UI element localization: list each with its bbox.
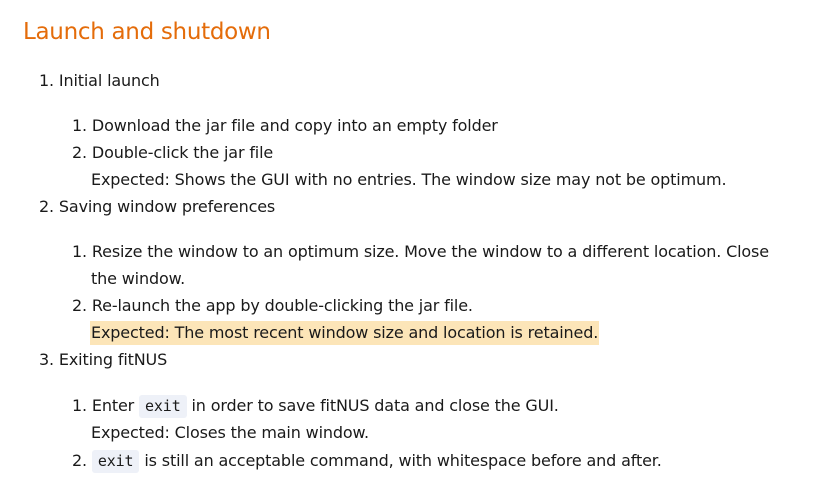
- list-number: 2.: [72, 451, 87, 470]
- step-text: Resize the window to an optimum size. Mo…: [91, 242, 769, 261]
- inline-code-exit: exit: [91, 450, 140, 473]
- list-item-label: Saving window preferences: [58, 197, 276, 216]
- step-enter-exit: 1. Enter exit in order to save fitNUS da…: [72, 395, 559, 418]
- list-number: 2.: [72, 296, 87, 315]
- step-text: Download the jar file and copy into an e…: [91, 116, 498, 135]
- list-number: 1.: [72, 242, 87, 261]
- list-item-exiting-fitnus: 3. Exiting fitNUS: [39, 350, 167, 370]
- step-expected: Expected: Shows the GUI with no entries.…: [91, 170, 727, 189]
- list-number: 1.: [72, 116, 87, 135]
- list-number: 3.: [39, 350, 54, 369]
- inline-code-exit: exit: [139, 395, 187, 418]
- list-item-saving-window-preferences: 2. Saving window preferences: [39, 197, 275, 217]
- step-text-post: in order to save fitNUS data and close t…: [191, 396, 559, 415]
- step-relaunch-app: 2. Re-launch the app by double-clicking …: [72, 296, 473, 316]
- step-expected-highlighted: Expected: The most recent window size an…: [90, 321, 600, 345]
- step-resize-window: 1. Resize the window to an optimum size.…: [72, 242, 769, 262]
- highlighted-text: Expected: The most recent window size an…: [90, 321, 600, 345]
- step-expected: Expected: Closes the main window.: [91, 423, 369, 442]
- step-double-click-jar: 2. Double-click the jar file: [72, 143, 273, 163]
- step-exit-whitespace: 2. exit is still an acceptable command, …: [72, 450, 662, 473]
- list-number: 2.: [72, 143, 87, 162]
- list-item-initial-launch: 1. Initial launch: [39, 71, 160, 91]
- step-text: Double-click the jar file: [91, 143, 274, 162]
- step-download-jar: 1. Download the jar file and copy into a…: [72, 116, 498, 136]
- list-number: 1.: [39, 71, 54, 90]
- section-title: Launch and shutdown: [23, 19, 271, 45]
- step-text-post: is still an acceptable command, with whi…: [144, 451, 662, 470]
- list-item-label: Exiting fitNUS: [58, 350, 168, 369]
- list-number: 1.: [72, 396, 87, 415]
- step-text-continued: the window.: [91, 269, 186, 288]
- step-text-pre: Enter: [91, 396, 135, 415]
- list-number: 2.: [39, 197, 54, 216]
- list-item-label: Initial launch: [58, 71, 160, 90]
- step-text: Re-launch the app by double-clicking the…: [91, 296, 473, 315]
